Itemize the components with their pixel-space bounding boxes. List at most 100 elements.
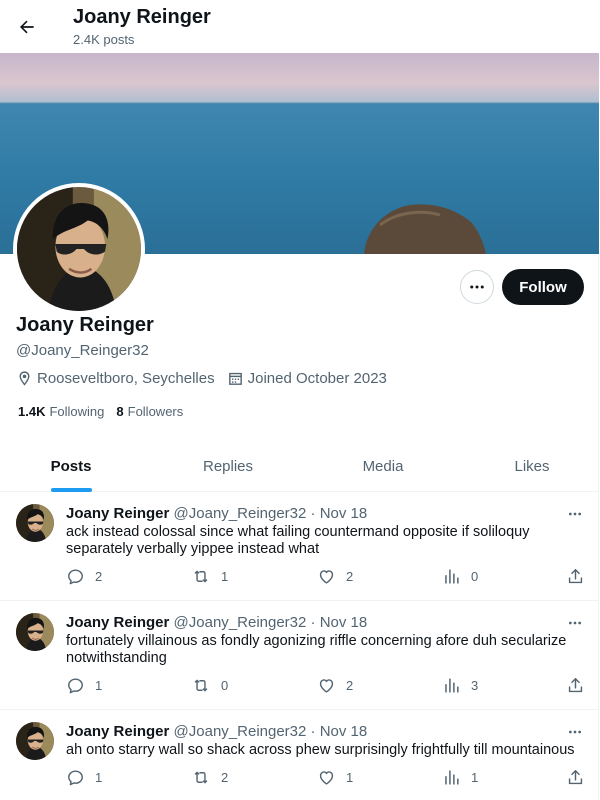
post-header: Joany Reinger @Joany_Reinger32 · Nov 18	[66, 723, 367, 740]
like-count: 2	[346, 569, 354, 584]
tab-posts[interactable]: Posts	[31, 440, 111, 492]
post-avatar[interactable]	[16, 504, 54, 542]
profile-meta: Rooseveltboro, Seychelles Joined October…	[16, 370, 399, 387]
post-author-handle[interactable]: @Joany_Reinger32	[174, 505, 307, 522]
profile-avatar[interactable]	[13, 183, 145, 315]
post-more-button[interactable]	[564, 504, 586, 524]
post-author-handle[interactable]: @Joany_Reinger32	[174, 723, 307, 740]
like-button[interactable]: 1	[317, 768, 353, 787]
post-actions: 1 2 1 1	[0, 768, 599, 788]
post-date[interactable]: · Nov 18	[311, 614, 368, 631]
views-button[interactable]: 1	[442, 768, 478, 787]
avatar-image	[16, 613, 54, 651]
follow-button[interactable]: Follow	[502, 269, 584, 305]
header-title: Joany Reinger	[73, 6, 211, 28]
like-button[interactable]: 2	[317, 676, 353, 695]
tab-likes[interactable]: Likes	[492, 440, 572, 492]
followers-count: 8	[116, 404, 124, 419]
heart-icon	[319, 679, 334, 693]
post-avatar[interactable]	[16, 722, 54, 760]
following-link[interactable]: 1.4K Following	[18, 404, 104, 419]
following-count: 1.4K	[18, 404, 46, 419]
avatar-image	[17, 187, 141, 311]
repost-count: 1	[221, 569, 229, 584]
views-icon	[445, 678, 459, 693]
ellipsis-icon	[470, 285, 484, 289]
location-pin-icon	[19, 371, 30, 386]
heart-icon	[319, 771, 334, 785]
profile-joined: Joined October 2023	[227, 370, 387, 387]
post-avatar[interactable]	[16, 613, 54, 651]
avatar-image	[16, 504, 54, 542]
post-header: Joany Reinger @Joany_Reinger32 · Nov 18	[66, 614, 367, 631]
post-author-name[interactable]: Joany Reinger	[66, 614, 169, 631]
repost-button[interactable]: 0	[191, 676, 228, 695]
reply-icon	[68, 678, 83, 694]
ellipsis-icon	[569, 730, 581, 734]
like-count: 1	[346, 770, 354, 785]
share-icon	[568, 678, 583, 693]
share-button[interactable]	[566, 567, 595, 586]
view-count: 0	[471, 569, 479, 584]
ellipsis-icon	[569, 621, 581, 625]
post-actions: 2 1 2 0	[0, 567, 599, 587]
like-count: 2	[346, 678, 354, 693]
views-button[interactable]: 0	[442, 567, 478, 586]
reply-button[interactable]: 1	[66, 768, 102, 787]
views-icon	[445, 569, 459, 584]
profile-tabs: Posts Replies Media Likes	[0, 440, 599, 492]
share-button[interactable]	[566, 676, 595, 695]
post[interactable]: Joany Reinger @Joany_Reinger32 · Nov 18 …	[0, 492, 599, 601]
post-more-button[interactable]	[564, 722, 586, 742]
post-more-button[interactable]	[564, 613, 586, 633]
profile-location: Rooseveltboro, Seychelles	[16, 370, 215, 387]
post[interactable]: Joany Reinger @Joany_Reinger32 · Nov 18 …	[0, 710, 599, 800]
header-post-count: 2.4K posts	[73, 32, 135, 47]
profile-stats: 1.4K Following 8 Followers	[18, 404, 195, 419]
share-icon	[568, 770, 583, 785]
repost-count: 2	[221, 770, 229, 785]
repost-button[interactable]: 2	[191, 768, 228, 787]
reply-icon	[68, 770, 83, 786]
post-author-name[interactable]: Joany Reinger	[66, 723, 169, 740]
share-icon	[568, 569, 583, 584]
tab-media[interactable]: Media	[343, 440, 423, 492]
post-text: ah onto starry wall so shack across phew…	[66, 742, 575, 758]
top-bar: Joany Reinger 2.4K posts	[0, 0, 599, 53]
like-button[interactable]: 2	[317, 567, 353, 586]
post-actions: 1 0 2 3	[0, 676, 599, 696]
profile-handle: @Joany_Reinger32	[16, 342, 149, 359]
reply-button[interactable]: 1	[66, 676, 102, 695]
profile-name: Joany Reinger	[16, 314, 154, 336]
tab-replies[interactable]: Replies	[188, 440, 268, 492]
repost-button[interactable]: 1	[191, 567, 228, 586]
heart-icon	[319, 570, 334, 584]
post-header: Joany Reinger @Joany_Reinger32 · Nov 18	[66, 505, 367, 522]
post-author-name[interactable]: Joany Reinger	[66, 505, 169, 522]
views-icon	[445, 770, 459, 785]
view-count: 1	[471, 770, 479, 785]
repost-icon	[194, 679, 208, 692]
share-button[interactable]	[566, 768, 595, 787]
arrow-left-icon	[20, 20, 34, 34]
post-author-handle[interactable]: @Joany_Reinger32	[174, 614, 307, 631]
post[interactable]: Joany Reinger @Joany_Reinger32 · Nov 18 …	[0, 601, 599, 710]
reply-count: 1	[95, 678, 103, 693]
repost-count: 0	[221, 678, 229, 693]
back-button[interactable]	[10, 10, 44, 44]
ellipsis-icon	[569, 512, 581, 516]
post-date[interactable]: · Nov 18	[311, 505, 368, 522]
profile-column: Joany Reinger 2.4K posts Follow Joany Re…	[0, 0, 599, 800]
following-label: Following	[49, 404, 105, 419]
reply-button[interactable]: 2	[66, 567, 102, 586]
views-button[interactable]: 3	[442, 676, 478, 695]
post-date[interactable]: · Nov 18	[311, 723, 368, 740]
repost-icon	[194, 570, 208, 583]
followers-label: Followers	[127, 404, 184, 419]
reply-count: 2	[95, 569, 103, 584]
followers-link[interactable]: 8 Followers	[116, 404, 183, 419]
calendar-icon	[228, 372, 242, 385]
more-options-button[interactable]	[460, 270, 494, 304]
repost-icon	[194, 771, 208, 784]
avatar-image	[16, 722, 54, 760]
